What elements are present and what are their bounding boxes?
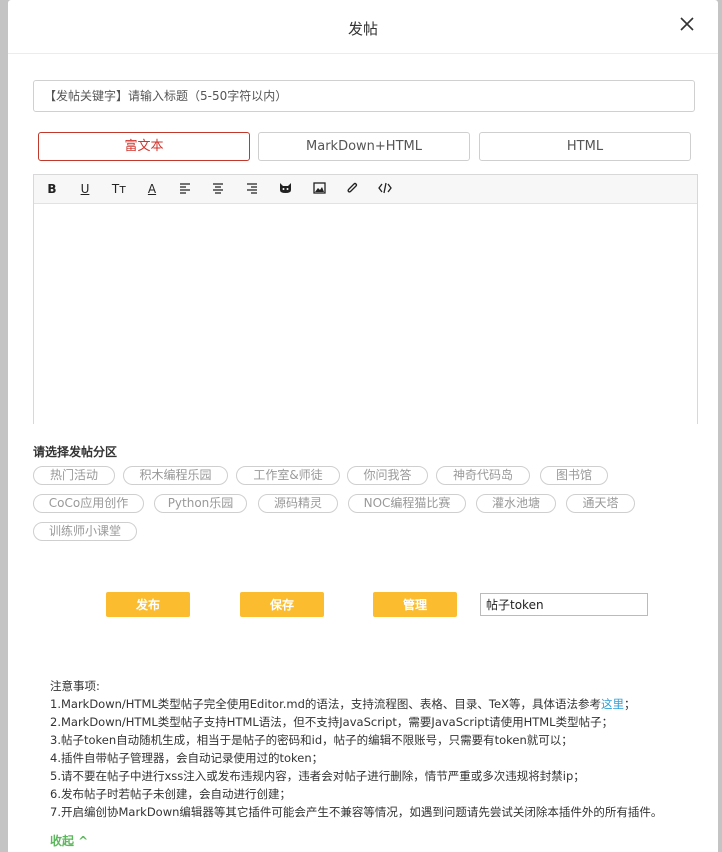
note-line-1-text: 1.MarkDown/HTML类型帖子完全使用Editor.md的语法，支持流程…	[50, 697, 601, 711]
category-section-title: 请选择发帖分区	[33, 445, 118, 459]
category-chip[interactable]: 图书馆	[540, 466, 608, 485]
align-right-icon[interactable]	[241, 179, 263, 199]
attachment-icon[interactable]	[341, 179, 363, 199]
tab-rich-text[interactable]: 富文本	[38, 132, 250, 161]
category-chip[interactable]: 神奇代码岛	[436, 466, 530, 485]
editor-content-area[interactable]	[34, 204, 697, 424]
category-chip[interactable]: 灌水池塘	[476, 494, 556, 513]
note-line-5: 5.请不要在帖子中进行xss注入或发布违规内容，违者会对帖子进行删除，情节严重或…	[50, 769, 585, 783]
post-dialog: 发帖 富文本 MarkDown+HTML HTML B U Tт A	[8, 0, 718, 852]
note-line-1-end: ；	[623, 697, 636, 711]
category-chip[interactable]: 源码精灵	[258, 494, 338, 513]
emoji-cat-icon[interactable]	[274, 179, 296, 199]
tab-html[interactable]: HTML	[479, 132, 691, 161]
close-button[interactable]	[680, 17, 700, 37]
rich-text-editor: B U Tт A	[33, 174, 698, 424]
category-chip[interactable]: 积木编程乐园	[123, 466, 228, 485]
bold-icon[interactable]: B	[41, 179, 63, 199]
note-line-4: 4.插件自带帖子管理器，会自动记录使用过的token；	[50, 751, 324, 765]
category-chip[interactable]: NOC编程猫比赛	[348, 494, 466, 513]
close-icon	[680, 17, 694, 31]
category-chip[interactable]: 工作室&师徒	[236, 466, 340, 485]
category-chip[interactable]: CoCo应用创作	[33, 494, 144, 513]
editor-toolbar: B U Tт A	[34, 175, 697, 204]
note-line-6: 6.发布帖子时若帖子未创建，会自动进行创建；	[50, 787, 291, 801]
dialog-title: 发帖	[347, 20, 378, 38]
notes-section: 注意事项: 1.MarkDown/HTML类型帖子完全使用Editor.md的语…	[50, 677, 710, 821]
note-line-2: 2.MarkDown/HTML类型帖子支持HTML语法，但不支持JavaScri…	[50, 715, 614, 729]
category-chip[interactable]: Python乐园	[154, 494, 247, 513]
note-line-3: 3.帖子token自动随机生成，相当于是帖子的密码和id，帖子的编辑不限账号，只…	[50, 733, 573, 747]
collapse-notes-button[interactable]: 收起 ^	[50, 832, 88, 849]
code-icon[interactable]	[374, 179, 396, 199]
save-button[interactable]: 保存	[240, 592, 324, 617]
align-center-icon[interactable]	[207, 179, 229, 199]
note-line-1: 1.MarkDown/HTML类型帖子完全使用Editor.md的语法，支持流程…	[50, 695, 710, 713]
category-chip[interactable]: 你问我答	[347, 466, 428, 485]
tab-markdown-html[interactable]: MarkDown+HTML	[258, 132, 470, 161]
post-token-input[interactable]	[480, 593, 648, 616]
font-size-icon[interactable]: Tт	[108, 179, 130, 199]
align-left-icon[interactable]	[174, 179, 196, 199]
category-chip[interactable]: 通天塔	[566, 494, 635, 513]
publish-button[interactable]: 发布	[106, 592, 190, 617]
image-icon[interactable]	[308, 179, 330, 199]
category-chip[interactable]: 训练师小课堂	[33, 522, 137, 541]
dialog-header: 发帖	[8, 0, 718, 54]
syntax-reference-link[interactable]: 这里	[601, 697, 624, 711]
underline-icon[interactable]: U	[74, 179, 96, 199]
manage-button[interactable]: 管理	[373, 592, 457, 617]
category-chip[interactable]: 热门活动	[33, 466, 115, 485]
post-title-input[interactable]	[33, 80, 695, 112]
notes-heading: 注意事项:	[50, 679, 100, 693]
note-line-7: 7.开启编创协MarkDown编辑器等其它插件可能会产生不兼容等情况，如遇到问题…	[50, 805, 663, 819]
font-color-icon[interactable]: A	[141, 179, 163, 199]
